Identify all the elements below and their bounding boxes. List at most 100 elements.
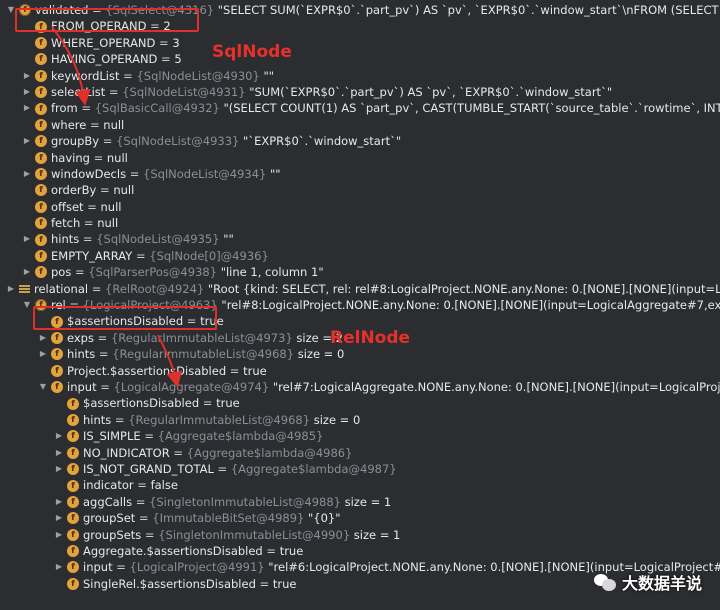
- field-name: $assertionsDisabled: [83, 396, 200, 411]
- tree-row[interactable]: ▶fProject.$assertionsDisabled = true: [0, 363, 720, 379]
- equals-sign: =: [105, 84, 123, 99]
- field-name: hints: [83, 412, 112, 427]
- tree-row[interactable]: ▶fEMPTY_ARRAY = {SqlNode[0]@4936}: [0, 248, 720, 264]
- field-name: keywordList: [51, 68, 120, 83]
- tree-row[interactable]: ▶ f groupBy = {SqlNodeList@4933} "`EXPR$0`…: [0, 133, 720, 149]
- field-icon: f: [35, 53, 47, 66]
- tree-row[interactable]: ▶fhaving = null: [0, 150, 720, 166]
- tree-row[interactable]: ▶ f hints = {SqlNodeList@4935} "": [0, 231, 720, 247]
- equals-sign: =: [111, 412, 129, 427]
- tree-row[interactable]: ▶ f IS_SIMPLE = {Aggregate$lambda@4985}: [0, 428, 720, 444]
- expand-arrow-icon[interactable]: ▶: [22, 100, 32, 116]
- tree-row[interactable]: ▼ f validated = {SqlSelect@4316} "SELECT S…: [0, 2, 720, 18]
- field-value: size = 0: [313, 412, 361, 427]
- field-value: null: [103, 117, 125, 132]
- field-name: relational: [34, 281, 89, 296]
- tree-row[interactable]: ▶fHAVING_OPERAND = 5: [0, 51, 720, 67]
- expand-arrow-icon[interactable]: ▶: [54, 527, 64, 543]
- field-name: WHERE_OPERAND: [51, 35, 156, 50]
- field-reference: {SingletonImmutableList@4988}: [149, 494, 341, 509]
- tree-row[interactable]: ▶foffset = null: [0, 199, 720, 215]
- equals-sign: =: [126, 166, 144, 181]
- tree-row[interactable]: ▶ f aggCalls = {SingletonImmutableList@498…: [0, 494, 720, 510]
- tree-row[interactable]: ▼ f input = {LogicalAggregate@4974} "rel#7…: [0, 379, 720, 395]
- field-icon: f: [51, 348, 63, 361]
- field-icon: f: [35, 168, 47, 181]
- expand-arrow-icon[interactable]: ▶: [38, 346, 48, 362]
- field-icon: f: [51, 364, 63, 377]
- equals-sign: =: [133, 478, 151, 493]
- collapse-arrow-icon[interactable]: ▼: [22, 297, 32, 313]
- tree-row[interactable]: ▶ relational = {RelRoot@4924} "Root {kind…: [0, 281, 720, 297]
- equals-sign: =: [95, 347, 113, 362]
- tree-row[interactable]: ▶f$assertionsDisabled = true: [0, 395, 720, 411]
- equals-sign: =: [141, 527, 159, 542]
- tree-row[interactable]: ▶ f from = {SqlBasicCall@4932} "(SELECT CO…: [0, 100, 720, 116]
- field-name: having: [51, 150, 90, 165]
- field-value: null: [100, 199, 122, 214]
- tree-row[interactable]: ▶fhints = {RegularImmutableList@4968} si…: [0, 346, 720, 362]
- field-value: true: [272, 576, 297, 591]
- field-name: where: [51, 117, 87, 132]
- field-value: true: [200, 314, 224, 329]
- expand-arrow-icon[interactable]: ▶: [22, 166, 32, 182]
- equals-sign: =: [183, 314, 201, 329]
- tree-row[interactable]: ▶fhints = {RegularImmutableList@4968} si…: [0, 412, 720, 428]
- expand-arrow-icon[interactable]: ▶: [22, 264, 32, 280]
- equals-sign: =: [146, 19, 164, 34]
- field-value: size = 1: [344, 494, 392, 509]
- tree-row[interactable]: ▶ f IS_NOT_GRAND_TOTAL = {Aggregate$lambda…: [0, 461, 720, 477]
- field-icon: f: [67, 430, 79, 443]
- expand-arrow-icon[interactable]: ▶: [22, 133, 32, 149]
- tree-row[interactable]: ▶ f selectList = {SqlNodeList@4931} "SUM(`…: [0, 84, 720, 100]
- expand-arrow-icon[interactable]: ▶: [54, 428, 64, 444]
- expand-arrow-icon[interactable]: ▶: [22, 84, 32, 100]
- tree-row[interactable]: ▶fFROM_OPERAND = 2: [0, 18, 720, 34]
- equals-sign: =: [79, 232, 97, 247]
- tree-row[interactable]: ▶ f windowDecls = {SqlNodeList@4934} "": [0, 166, 720, 182]
- tree-row[interactable]: ▶fwhere = null: [0, 117, 720, 133]
- field-icon: f: [35, 36, 47, 49]
- field-icon: f: [67, 545, 79, 558]
- expand-arrow-icon[interactable]: ▶: [22, 231, 32, 247]
- expand-arrow-icon[interactable]: ▶: [54, 494, 64, 510]
- expand-arrow-icon[interactable]: ▶: [54, 559, 64, 575]
- equals-sign: =: [155, 35, 173, 50]
- field-icon: f: [51, 381, 63, 394]
- collapse-arrow-icon[interactable]: ▼: [38, 379, 48, 395]
- field-value: true: [216, 396, 240, 411]
- field-icon: f: [35, 86, 47, 99]
- expand-arrow-icon[interactable]: ▶: [54, 510, 64, 526]
- tree-row[interactable]: ▶forderBy = null: [0, 182, 720, 198]
- field-icon: f: [51, 332, 63, 344]
- tree-row[interactable]: ▶ f pos = {SqlParserPos@4938} "line 1, col…: [0, 264, 720, 280]
- expand-arrow-icon[interactable]: ▶: [38, 330, 48, 346]
- equals-sign: =: [119, 68, 137, 83]
- field-reference: {RegularImmutableList@4973}: [110, 330, 293, 345]
- expand-arrow-icon[interactable]: ▶: [54, 461, 64, 477]
- equals-sign: =: [65, 298, 83, 313]
- expand-arrow-icon[interactable]: ▶: [54, 445, 64, 461]
- field-icon: f: [35, 102, 47, 115]
- tree-row[interactable]: ▶ f keywordList = {SqlNodeList@4930} "": [0, 68, 720, 84]
- expand-arrow-icon[interactable]: ▶: [6, 281, 16, 297]
- tree-row[interactable]: ▶ f groupSet = {ImmutableBitSet@4989} "{0}…: [0, 510, 720, 526]
- field-name: FROM_OPERAND: [51, 19, 147, 34]
- tree-row[interactable]: ▶fAggregate.$assertionsDisabled = true: [0, 543, 720, 559]
- tree-row[interactable]: ▼ f rel = {LogicalProject@4963} "rel#8:Log…: [0, 297, 720, 313]
- field-reference: {RegularImmutableList@4968}: [112, 347, 295, 362]
- field-name: offset: [51, 199, 84, 214]
- tree-row[interactable]: ▶fWHERE_OPERAND = 3: [0, 35, 720, 51]
- relnode-annotation: RelNode: [330, 328, 411, 348]
- equals-sign: =: [157, 52, 175, 67]
- field-value: "rel#8:LogicalProject.NONE.any.None: 0.[…: [221, 298, 720, 313]
- field-reference: {Aggregate$lambda@4986}: [186, 445, 353, 460]
- tree-row[interactable]: ▶findicator = false: [0, 477, 720, 493]
- equals-sign: =: [199, 396, 217, 411]
- tree-row[interactable]: ▶ f groupSets = {SingletonImmutableList@49…: [0, 527, 720, 543]
- collapse-arrow-icon[interactable]: ▼: [6, 2, 16, 18]
- tree-row[interactable]: ▶ f NO_INDICATOR = {Aggregate$lambda@4986}: [0, 445, 720, 461]
- tree-row[interactable]: ▶ffetch = null: [0, 215, 720, 231]
- expand-arrow-icon[interactable]: ▶: [22, 68, 32, 84]
- field-icon: f: [35, 233, 47, 246]
